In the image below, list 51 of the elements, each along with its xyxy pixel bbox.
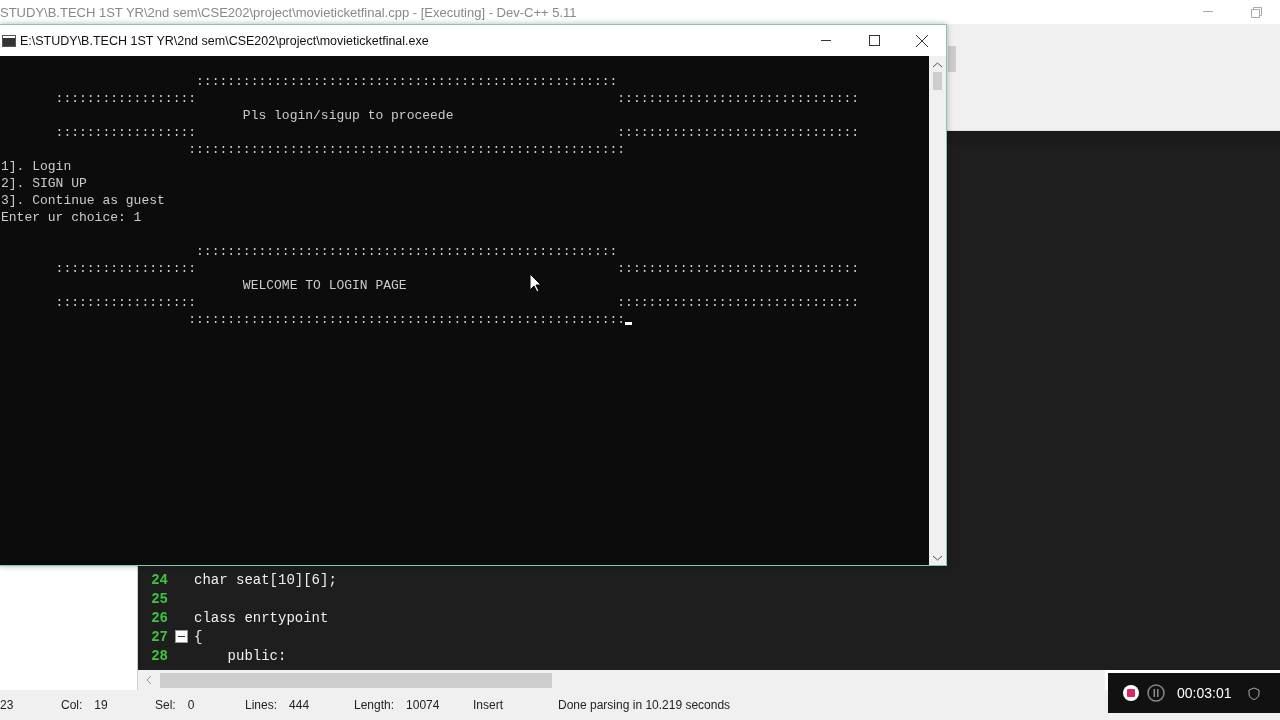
console-line: :::::::::::::::::: ::::::::::::::::::::::::::::::: <box>54 294 860 311</box>
status-label: Sel: <box>155 698 176 712</box>
status-label: Lines: <box>245 698 278 712</box>
code-line: { <box>194 628 203 645</box>
console-line: Pls login/sigup to proceede <box>241 107 454 124</box>
scroll-thumb[interactable] <box>933 72 942 90</box>
recording-time: 00:03:01 <box>1177 685 1232 701</box>
code-line: char seat[10][6]; <box>194 571 337 588</box>
line-number: 24 <box>150 571 168 588</box>
line-number: 26 <box>150 609 168 626</box>
status-label: Length: <box>354 698 395 712</box>
console-line: :::::::::::::::::::::::::::::::::::::::::::::::::::::::: <box>187 311 626 328</box>
console-line: :::::::::::::::::::::::::::::::::::::::::::::::::::::: <box>195 73 618 90</box>
status-value: Insert <box>473 698 503 712</box>
status-value: Done parsing in 10.219 seconds <box>558 698 731 712</box>
line-number: 27 <box>150 628 168 645</box>
line-number: 28 <box>150 647 168 664</box>
restore-icon <box>1250 6 1262 18</box>
maximize-icon <box>868 35 880 46</box>
close-icon <box>916 34 928 47</box>
console-line: :::::::::::::::::::::::::::::::::::::::::::::::::::::::: <box>187 141 626 158</box>
shield-icon[interactable] <box>1247 686 1260 700</box>
minimize-icon <box>1203 11 1213 13</box>
console-line: WELCOME TO LOGIN PAGE <box>241 277 407 294</box>
record-icon[interactable] <box>1123 685 1139 701</box>
console-line: 2]. SIGN UP <box>1 175 87 192</box>
console-line: :::::::::::::::::: ::::::::::::::::::::::::::::::: <box>54 90 860 107</box>
fold-icon[interactable] <box>174 630 188 643</box>
pause-icon[interactable] <box>1147 684 1165 702</box>
vertical-scrollbar[interactable] <box>929 56 946 565</box>
window-title: STUDY\B.TECH 1ST YR\2nd sem\CSE202\project\movieticketfinal.cpp - [Executing] - Dev-C++ 5.11 <box>0 4 577 20</box>
minimize-icon <box>821 39 831 42</box>
status-value: 23 <box>0 698 14 712</box>
console-title: E:\STUDY\B.TECH 1ST YR\2nd sem\CSE202\project\movieticketfinal.exe <box>20 33 430 48</box>
console-line: 1]. Login <box>1 158 72 175</box>
horizontal-scrollbar[interactable] <box>138 670 1105 690</box>
status-label: Col: <box>61 698 83 712</box>
scroll-thumb[interactable] <box>948 46 956 72</box>
status-value: 19 <box>94 698 108 712</box>
status-value: 10074 <box>406 698 440 712</box>
console-line: :::::::::::::::::::::::::::::::::::::::::::::::::::::: <box>195 243 618 260</box>
line-number: 25 <box>150 590 168 607</box>
console-line: :::::::::::::::::: ::::::::::::::::::::::::::::::: <box>54 124 860 141</box>
status-value: 444 <box>289 698 310 712</box>
status-value: 0 <box>187 698 195 712</box>
code-line: class enrtypoint <box>194 609 329 626</box>
console-line: Enter ur choice: 1 <box>1 209 142 226</box>
console-line: 3]. Continue as guest <box>1 192 165 209</box>
mouse-pointer-icon <box>529 273 543 293</box>
code-line: public: <box>226 647 287 664</box>
console-line: :::::::::::::::::: ::::::::::::::::::::::::::::::: <box>54 260 860 277</box>
